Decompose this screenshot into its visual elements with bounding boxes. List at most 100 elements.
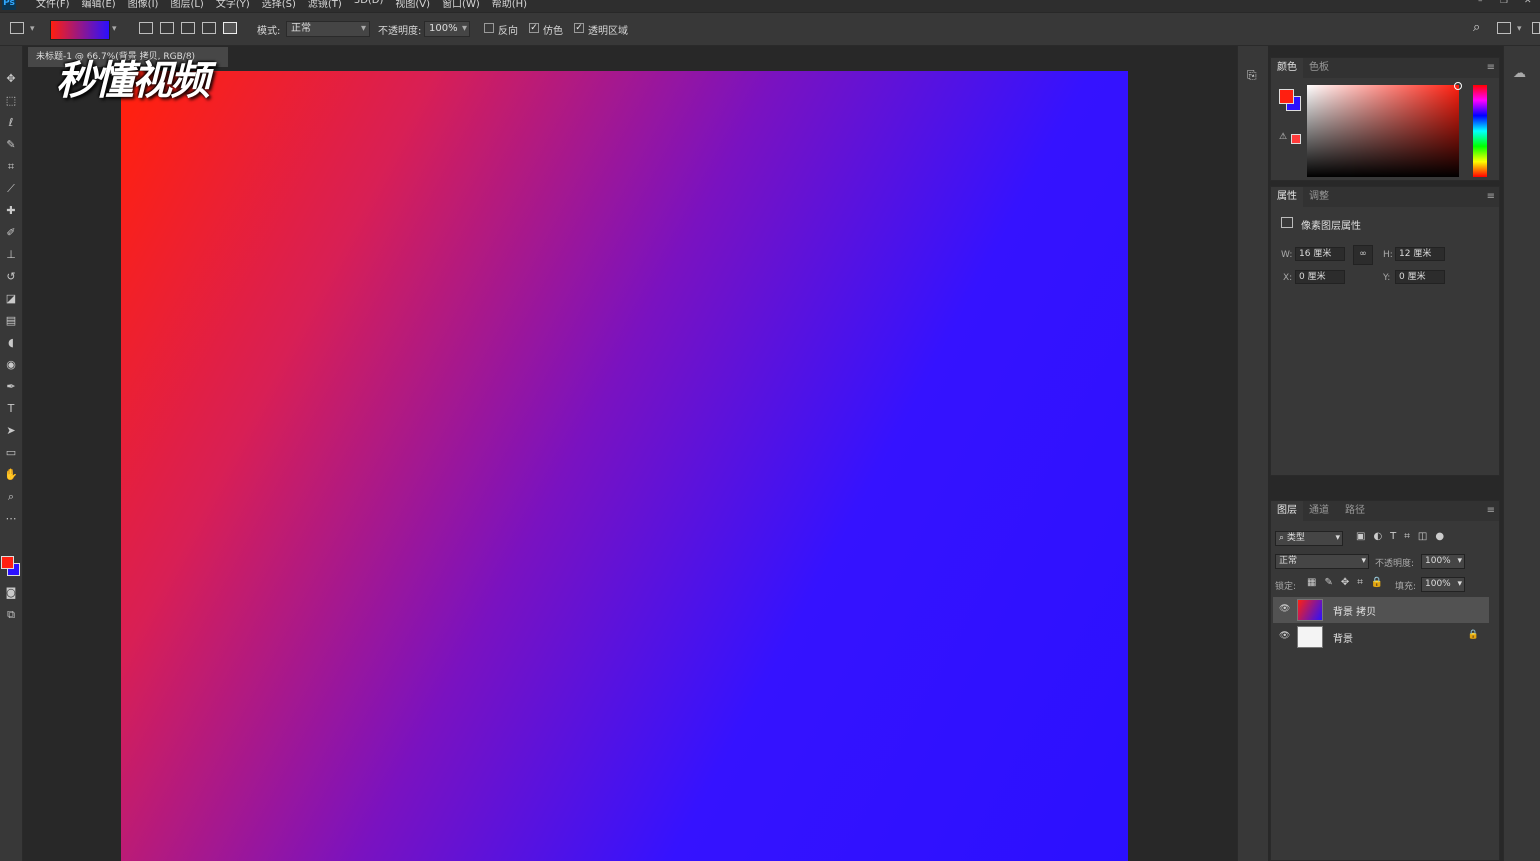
panel-menu-icon[interactable]: ≡ [1487,191,1495,202]
panel-menu-icon[interactable]: ≡ [1487,505,1495,516]
transparency-checkbox[interactable]: ✓ [574,23,584,33]
height-input[interactable]: 12 厘米 [1395,247,1445,261]
layer-opacity-input[interactable]: 100% ▾ [1421,554,1465,569]
tab-paths[interactable]: 路径 [1339,501,1371,521]
visibility-eye-icon[interactable]: 👁 [1279,604,1290,614]
marquee-icon[interactable]: ⬚ [2,92,20,110]
layer-row[interactable]: 👁 背景 拷贝 [1273,597,1489,623]
pen-icon[interactable]: ✒ [2,378,20,396]
preset-dropdown-icon[interactable]: ▾ [30,24,35,34]
toolbar-foreground-swatch[interactable] [1,556,14,569]
zoom-icon[interactable]: ⌕ [2,488,20,506]
lock-icons[interactable]: ▦✎✥⌗🔒 [1307,577,1391,588]
close-icon[interactable]: ✕ [1524,0,1534,6]
layer-thumbnail[interactable] [1297,599,1323,621]
tab-color[interactable]: 颜色 [1271,58,1303,78]
share-icon[interactable] [1532,22,1540,34]
layer-name: 背景 拷贝 [1333,607,1377,618]
collapsed-panel-strip: ⎘ [1237,46,1268,861]
path-select-icon[interactable]: ➤ [2,422,20,440]
menu-item[interactable]: 文字(Y) [210,0,256,10]
dither-checkbox[interactable]: ✓ [529,23,539,33]
workspace-dropdown-icon[interactable]: ▾ [1517,24,1522,34]
tab-adjustments[interactable]: 调整 [1303,187,1335,207]
menu-item[interactable]: 图层(L) [164,0,209,10]
tab-swatches[interactable]: 色板 [1303,58,1335,78]
gradient-dropdown-icon[interactable]: ▾ [112,24,117,34]
layer-opacity-value: 100% [1425,556,1451,566]
x-input[interactable]: 0 厘米 [1295,270,1345,284]
menu-item[interactable]: 选择(S) [256,0,302,10]
mode-select[interactable]: 正常 ▾ [286,21,370,37]
eraser-icon[interactable]: ◪ [2,290,20,308]
menu-item[interactable]: 视图(V) [389,0,436,10]
foreground-color-swatch[interactable] [1279,89,1294,104]
opacity-input[interactable]: 100% ▾ [424,21,470,37]
watermark-logo: 秒懂视频 [56,58,210,104]
rectangle-icon[interactable]: ▭ [2,444,20,462]
hue-slider[interactable] [1473,85,1487,177]
menu-item[interactable]: 窗口(W) [436,0,486,10]
reverse-checkbox[interactable] [484,23,494,33]
lasso-icon[interactable]: ℓ [2,114,20,132]
link-icon[interactable]: ∞ [1353,245,1373,265]
layer-name: 背景 [1333,634,1353,645]
search-icon[interactable]: ⌕ [1473,20,1480,35]
tab-channels[interactable]: 通道 [1303,501,1335,521]
visibility-eye-icon[interactable]: 👁 [1279,631,1290,641]
menu-item[interactable]: 文件(F) [30,0,76,10]
fill-input[interactable]: 100% ▾ [1421,577,1465,592]
blend-mode-select[interactable]: 正常 ▾ [1275,554,1369,569]
menu-item[interactable]: 编辑(E) [76,0,122,10]
canvas[interactable] [121,71,1128,861]
linear-gradient-icon[interactable] [139,22,153,34]
type-icon[interactable]: T [2,400,20,418]
angle-gradient-icon[interactable] [181,22,195,34]
history-panel-icon[interactable]: ⎘ [1247,68,1257,83]
eyedropper-icon[interactable]: ⟋ [2,180,20,198]
layers-panel: 图层 通道 路径 ≡ ⌕ 类型 ▾ ▣◐T⌗◫● 正常 ▾ 不透明度: 100% ▾ … [1270,500,1500,861]
diamond-gradient-icon[interactable] [223,22,237,34]
right-panel-strip: ☁ [1503,46,1540,861]
panel-menu-icon[interactable]: ≡ [1487,62,1495,73]
layer-row[interactable]: 👁 背景 🔒 [1273,624,1489,650]
gradient-swatch[interactable] [50,20,110,40]
color-field[interactable] [1307,85,1459,177]
more-icon[interactable]: ⋯ [2,510,20,528]
menu-item[interactable]: 帮助(H) [486,0,533,10]
blur-icon[interactable]: ◖ [2,334,20,352]
lock-icon[interactable]: 🔒 [1468,630,1479,640]
libraries-icon[interactable]: ☁ [1513,66,1526,81]
reflected-gradient-icon[interactable] [202,22,216,34]
quick-select-icon[interactable]: ✎ [2,136,20,154]
dodge-icon[interactable]: ◉ [2,356,20,374]
move-icon[interactable]: ✥ [2,70,20,88]
color-picker-marker[interactable] [1454,82,1462,90]
brush-icon[interactable]: ✐ [2,224,20,242]
gamut-color-swatch[interactable] [1291,134,1301,144]
gradient-tool-preset-icon[interactable] [10,22,24,34]
crop-icon[interactable]: ⌗ [2,158,20,176]
menu-item[interactable]: 图像(I) [122,0,165,10]
quick-mask-icon[interactable]: ◙ [2,584,20,602]
workspace-icon[interactable] [1497,22,1511,34]
screen-mode-icon[interactable]: ⧉ [2,606,20,624]
menu-item[interactable]: 3D(D) [348,0,390,10]
layer-opacity-label: 不透明度: [1375,559,1415,569]
history-brush-icon[interactable]: ↺ [2,268,20,286]
layer-filter-icons[interactable]: ▣◐T⌗◫● [1356,531,1452,542]
healing-icon[interactable]: ✚ [2,202,20,220]
tab-layers[interactable]: 图层 [1271,501,1303,521]
hand-icon[interactable]: ✋ [2,466,20,484]
y-input[interactable]: 0 厘米 [1395,270,1445,284]
layer-thumbnail[interactable] [1297,626,1323,648]
layer-filter-select[interactable]: ⌕ 类型 ▾ [1275,531,1343,546]
width-input[interactable]: 16 厘米 [1295,247,1345,261]
restore-icon[interactable]: ❐ [1500,0,1510,6]
gradient-icon[interactable]: ▤ [2,312,20,330]
stamp-icon[interactable]: ⊥ [2,246,20,264]
tab-properties[interactable]: 属性 [1271,187,1303,207]
radial-gradient-icon[interactable] [160,22,174,34]
menu-item[interactable]: 滤镜(T) [302,0,348,10]
minimize-icon[interactable]: – [1478,0,1488,6]
